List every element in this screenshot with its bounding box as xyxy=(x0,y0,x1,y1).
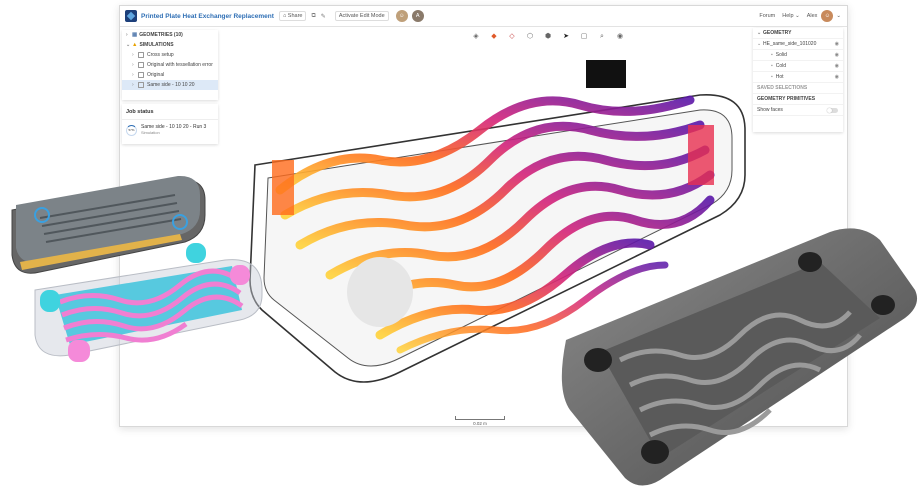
plate-render-top xyxy=(11,175,206,274)
renders-overlay xyxy=(11,60,918,486)
